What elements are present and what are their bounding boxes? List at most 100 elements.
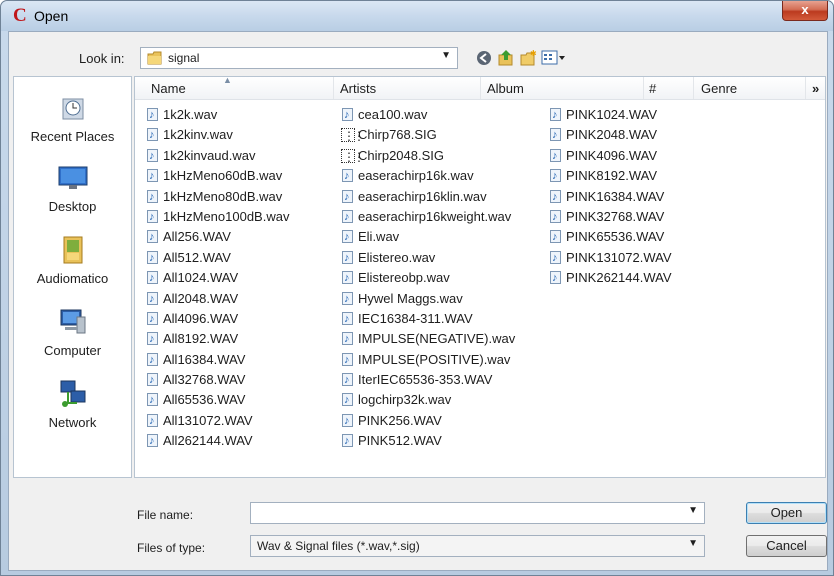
file-item[interactable]: 1kHzMeno100dB.wav	[145, 207, 289, 227]
file-item[interactable]: Eli.wav	[340, 227, 515, 247]
audio-file-icon	[147, 411, 158, 431]
file-item[interactable]: PINK256.WAV	[340, 411, 515, 431]
file-column-2: cea100.wav Chirp768.SIG Chirp2048.SIG easer…	[340, 105, 515, 452]
column-separator[interactable]	[693, 77, 694, 99]
file-item[interactable]: IMPULSE(NEGATIVE).wav	[340, 329, 515, 349]
file-item[interactable]: All262144.WAV	[145, 431, 289, 451]
place-network[interactable]: Network	[14, 379, 131, 430]
file-item[interactable]: easerachirp16klin.wav	[340, 187, 515, 207]
column-header-album[interactable]: Album	[487, 81, 524, 96]
signal-file-icon	[341, 147, 363, 167]
file-item[interactable]: Chirp2048.SIG	[340, 146, 515, 167]
open-button[interactable]: Open	[746, 502, 827, 524]
file-name-text: IterIEC65536-353.WAV	[358, 372, 493, 388]
file-name-text: All1024.WAV	[163, 270, 239, 286]
file-item[interactable]: All65536.WAV	[145, 390, 289, 410]
file-item[interactable]: Chirp768.SIG	[340, 125, 515, 146]
new-folder-icon[interactable]: ✱	[519, 49, 537, 67]
look-in-combo[interactable]: signal ▼	[140, 47, 458, 69]
look-in-value: signal	[168, 51, 200, 65]
file-item[interactable]: 1k2kinvaud.wav	[145, 146, 289, 166]
column-header-number[interactable]: #	[649, 81, 656, 96]
place-audiomatico[interactable]: Audiomatico	[14, 235, 131, 286]
file-name-text: 1kHzMeno60dB.wav	[163, 168, 283, 184]
file-name-text: All8192.WAV	[163, 331, 239, 347]
view-menu-icon[interactable]	[541, 49, 567, 67]
file-item[interactable]: IterIEC65536-353.WAV	[340, 370, 515, 390]
file-item[interactable]: PINK4096.WAV	[548, 146, 672, 166]
file-item[interactable]: PINK262144.WAV	[548, 268, 672, 288]
file-item[interactable]: PINK32768.WAV	[548, 207, 672, 227]
file-item[interactable]: All2048.WAV	[145, 289, 289, 309]
chevron-down-icon[interactable]: ▼	[688, 538, 698, 549]
file-item[interactable]: cea100.wav	[340, 105, 515, 125]
file-name-text: 1k2k.wav	[163, 107, 218, 122]
file-name-text: PINK512.WAV	[358, 433, 442, 449]
file-type-label: Files of type:	[137, 541, 206, 555]
more-columns-chevron-icon[interactable]: »	[812, 81, 819, 96]
file-item[interactable]: Elistereo.wav	[340, 248, 515, 268]
file-item[interactable]: IEC16384-311.WAV	[340, 309, 515, 329]
audio-file-icon	[550, 166, 561, 186]
column-separator[interactable]	[333, 77, 334, 99]
column-separator[interactable]	[480, 77, 481, 99]
file-item[interactable]: All512.WAV	[145, 248, 289, 268]
file-item[interactable]: Elistereobp.wav	[340, 268, 515, 288]
file-item[interactable]: All16384.WAV	[145, 350, 289, 370]
file-list[interactable]: Name ▲ Artists Album # Genre » 1k2k.wav1…	[134, 76, 826, 478]
file-item[interactable]: All1024.WAV	[145, 268, 289, 288]
file-item[interactable]: PINK512.WAV	[340, 431, 515, 451]
file-item[interactable]: 1kHzMeno60dB.wav	[145, 166, 289, 186]
file-name-text: PINK32768.WAV	[566, 208, 665, 224]
file-item[interactable]: All256.WAV	[145, 227, 289, 247]
file-name-text: All16384.WAV	[163, 351, 246, 367]
audio-file-icon	[342, 309, 353, 329]
file-item[interactable]: All131072.WAV	[145, 411, 289, 431]
place-recent-places[interactable]: Recent Places	[14, 93, 131, 144]
column-header-artists[interactable]: Artists	[340, 81, 376, 96]
file-item[interactable]: All8192.WAV	[145, 329, 289, 349]
file-name-text: IEC16384-311.WAV	[358, 310, 473, 326]
file-name-text: All131072.WAV	[163, 412, 253, 428]
chevron-down-icon[interactable]: ▼	[688, 505, 698, 516]
file-name-text: Eli.wav	[358, 229, 400, 245]
file-item[interactable]: easerachirp16k.wav	[340, 166, 515, 186]
file-item[interactable]: PINK1024.WAV	[548, 105, 672, 125]
audio-file-icon	[550, 146, 561, 166]
column-separator[interactable]	[643, 77, 644, 99]
cancel-button[interactable]: Cancel	[746, 535, 827, 557]
file-item[interactable]: PINK131072.WAV	[548, 248, 672, 268]
column-header-genre[interactable]: Genre	[701, 81, 737, 96]
file-item[interactable]: PINK65536.WAV	[548, 227, 672, 247]
file-item[interactable]: 1kHzMeno80dB.wav	[145, 187, 289, 207]
file-item[interactable]: PINK2048.WAV	[548, 125, 672, 145]
file-item[interactable]: All32768.WAV	[145, 370, 289, 390]
audio-file-icon	[342, 227, 353, 247]
place-computer[interactable]: Computer	[14, 307, 131, 358]
back-icon[interactable]	[475, 49, 493, 67]
place-desktop[interactable]: Desktop	[14, 163, 131, 214]
column-header-name[interactable]: Name	[151, 81, 186, 96]
user-folder-icon	[63, 236, 82, 264]
audio-file-icon	[147, 431, 158, 451]
close-button[interactable]: x	[782, 1, 828, 21]
file-item[interactable]: IMPULSE(POSITIVE).wav	[340, 350, 515, 370]
audio-file-icon	[147, 309, 158, 329]
chevron-down-icon[interactable]: ▼	[441, 50, 451, 61]
audio-file-icon	[342, 411, 353, 431]
file-item[interactable]: PINK16384.WAV	[548, 187, 672, 207]
place-label: Computer	[43, 343, 102, 358]
file-item[interactable]: 1k2k.wav	[145, 105, 289, 125]
file-type-select[interactable]: Wav & Signal files (*.wav,*.sig) ▼	[250, 535, 705, 557]
file-item[interactable]: easerachirp16kweight.wav	[340, 207, 515, 227]
file-item[interactable]: 1k2kinv.wav	[145, 125, 289, 145]
up-folder-icon[interactable]	[497, 49, 515, 67]
file-item[interactable]: All4096.WAV	[145, 309, 289, 329]
file-item[interactable]: logchirp32k.wav	[340, 390, 515, 410]
file-name-input[interactable]: ▼	[250, 502, 705, 524]
column-separator[interactable]	[805, 77, 806, 99]
file-item[interactable]: Hywel Maggs.wav	[340, 289, 515, 309]
file-item[interactable]: PINK8192.WAV	[548, 166, 672, 186]
title-bar[interactable]: C Open x	[1, 1, 833, 31]
file-name-text: Elistereo.wav	[358, 249, 436, 265]
